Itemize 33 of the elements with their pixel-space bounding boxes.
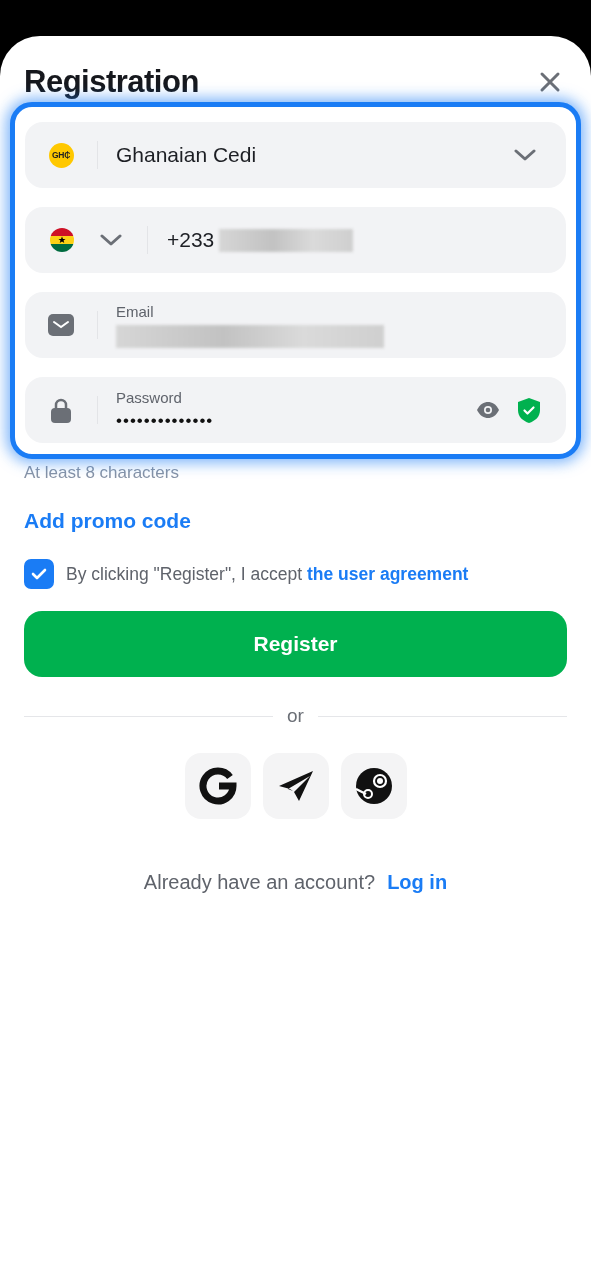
- chevron-down-icon: [100, 234, 122, 246]
- user-agreement-link[interactable]: the user agreement: [307, 563, 469, 584]
- checkmark-icon: [31, 568, 47, 580]
- envelope-icon: [48, 314, 74, 336]
- agreement-text: By clicking "Register", I accept the user agreement: [66, 563, 469, 585]
- lock-icon: [51, 397, 71, 423]
- steam-logo-icon: [354, 767, 393, 805]
- currency-badge: GH₵: [48, 142, 74, 168]
- google-login-button[interactable]: [184, 753, 251, 819]
- paper-plane-login-button[interactable]: [262, 753, 329, 819]
- login-link[interactable]: Log in: [387, 871, 448, 894]
- eye-icon[interactable]: [476, 402, 500, 418]
- promo-code-link[interactable]: Add promo code: [24, 509, 191, 533]
- password-label: Password: [116, 389, 183, 406]
- phone-field[interactable]: +233: [25, 207, 566, 273]
- currency-select[interactable]: GH₵ Ghanaian Cedi: [25, 122, 566, 188]
- or-divider-text: or: [287, 705, 304, 727]
- password-hint: At least 8 characters: [24, 463, 180, 483]
- email-label: Email: [116, 302, 155, 320]
- password-field[interactable]: Password ••••••••••••••: [25, 377, 566, 443]
- agreement-checkbox[interactable]: [24, 559, 54, 589]
- steam-login-button[interactable]: [340, 753, 407, 819]
- flag-icon: [50, 228, 74, 252]
- close-icon[interactable]: [539, 71, 561, 93]
- currency-value: Ghanaian Cedi: [115, 143, 258, 167]
- sheet-title: Registration: [24, 64, 199, 100]
- password-value: ••••••••••••••: [116, 411, 215, 431]
- chevron-down-icon: [514, 149, 536, 161]
- register-button[interactable]: Register: [24, 611, 567, 677]
- email-field[interactable]: Email: [25, 292, 566, 358]
- g-logo-icon: [198, 767, 237, 805]
- phone-code: +233: [166, 228, 215, 252]
- account-question: Already have an account?: [143, 871, 376, 894]
